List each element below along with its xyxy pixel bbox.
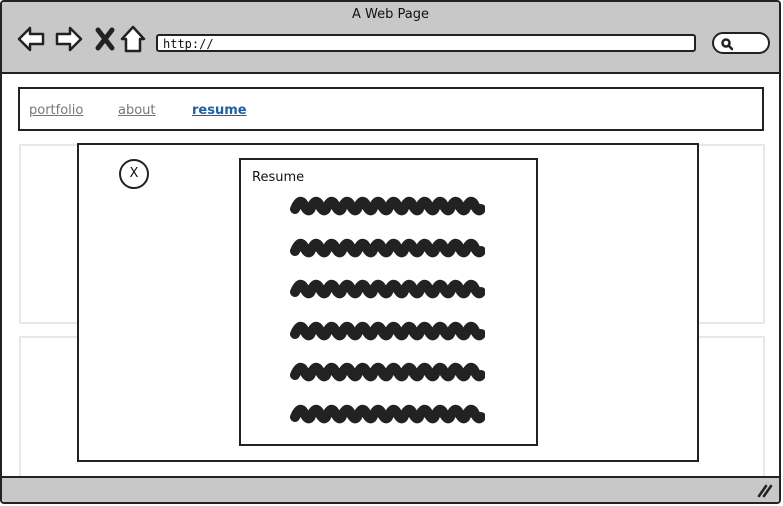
- home-icon[interactable]: [118, 24, 148, 54]
- resume-document: Resume: [239, 158, 538, 446]
- browser-chrome: A Web Page http://: [2, 2, 779, 74]
- address-bar[interactable]: http://: [156, 34, 696, 52]
- search-icon: [721, 38, 734, 51]
- redacted-text-line: [290, 404, 485, 423]
- browser-window: A Web Page http:// portfolio about resum…: [0, 0, 781, 504]
- back-arrow-icon[interactable]: [16, 24, 46, 54]
- status-bar: [2, 476, 779, 502]
- redacted-text-line: [290, 321, 485, 340]
- resume-modal: X Resume: [77, 143, 699, 462]
- close-button[interactable]: X: [119, 159, 149, 189]
- search-button[interactable]: [712, 32, 770, 54]
- redacted-text-line: [290, 196, 485, 216]
- nav-link-about[interactable]: about: [118, 103, 156, 118]
- window-title: A Web Page: [352, 7, 429, 22]
- resume-title: Resume: [252, 170, 305, 185]
- site-nav: portfolio about resume: [18, 87, 764, 131]
- redacted-text-line: [290, 279, 485, 299]
- redacted-text-line: [290, 238, 485, 257]
- forward-arrow-icon[interactable]: [54, 24, 84, 54]
- redacted-text-line: [290, 362, 485, 382]
- resize-grip-icon[interactable]: [757, 484, 773, 498]
- nav-link-resume[interactable]: resume: [192, 103, 247, 118]
- nav-link-portfolio[interactable]: portfolio: [29, 103, 83, 118]
- stop-icon[interactable]: [90, 24, 120, 54]
